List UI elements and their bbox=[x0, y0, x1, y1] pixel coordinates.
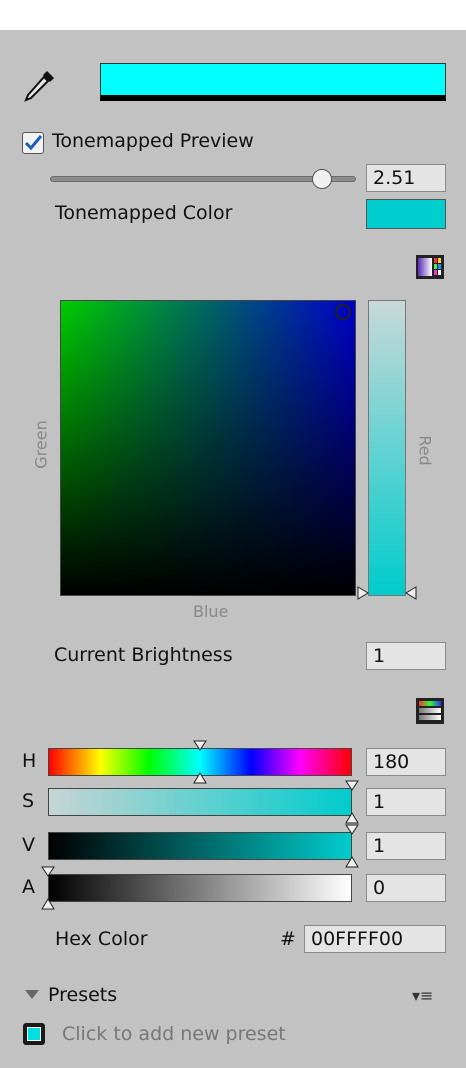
add-preset-text[interactable]: Click to add new preset bbox=[62, 1023, 286, 1045]
color-swatch[interactable] bbox=[100, 63, 446, 101]
slider-s-input[interactable]: 1 bbox=[366, 788, 446, 816]
slider-s-thumb-bottom[interactable] bbox=[345, 812, 359, 824]
slider-s-bar[interactable] bbox=[48, 788, 352, 816]
slider-v-thumb-top[interactable] bbox=[345, 824, 359, 836]
eyedropper-icon[interactable] bbox=[20, 65, 60, 105]
slider-v-label: V bbox=[22, 834, 35, 856]
color-picker-panel: Tonemapped Preview 2.51 Tonemapped Color bbox=[0, 30, 466, 1068]
exposure-slider-thumb[interactable] bbox=[312, 169, 333, 189]
color-area-x-label: Blue bbox=[193, 602, 229, 621]
brightness-label: Current Brightness bbox=[54, 644, 233, 666]
hex-input[interactable]: 00FFFF00 bbox=[304, 925, 446, 953]
check-icon bbox=[24, 135, 43, 151]
tonemapped-preview-checkbox[interactable] bbox=[22, 132, 44, 154]
presets-foldout-arrow-icon[interactable] bbox=[25, 990, 39, 999]
slider-a-label: A bbox=[22, 876, 35, 898]
color-swatch-fill bbox=[101, 64, 445, 95]
slider-h-label: H bbox=[22, 750, 37, 772]
color-area-cursor[interactable] bbox=[335, 304, 351, 320]
brightness-input[interactable]: 1 bbox=[366, 642, 446, 670]
hex-color-label: Hex Color bbox=[55, 928, 148, 950]
tonemapped-preview-label: Tonemapped Preview bbox=[52, 130, 254, 152]
slider-v-bar[interactable] bbox=[48, 832, 352, 860]
slider-h-thumb-bottom[interactable] bbox=[193, 772, 207, 784]
slider-a-bar[interactable] bbox=[48, 874, 352, 902]
slider-mode-icon[interactable] bbox=[416, 698, 444, 724]
color-area[interactable] bbox=[60, 300, 356, 596]
slider-v-input[interactable]: 1 bbox=[366, 832, 446, 860]
slider-a-input[interactable]: 0 bbox=[366, 874, 446, 902]
hex-hash: # bbox=[280, 928, 296, 950]
slider-v-thumb-bottom[interactable] bbox=[345, 856, 359, 868]
slider-h-input[interactable]: 180 bbox=[366, 748, 446, 776]
presets-title[interactable]: Presets bbox=[48, 984, 117, 1006]
red-slider-label: Red bbox=[415, 434, 435, 466]
slider-s-thumb-top[interactable] bbox=[345, 780, 359, 792]
tonemapped-color-label: Tonemapped Color bbox=[55, 202, 233, 224]
color-area-y-label: Green bbox=[31, 419, 51, 469]
exposure-slider-track[interactable] bbox=[50, 176, 356, 182]
add-preset-icon[interactable] bbox=[23, 1023, 45, 1045]
red-slider-marker-right[interactable] bbox=[405, 586, 417, 600]
red-slider-marker-left[interactable] bbox=[357, 586, 369, 600]
slider-h-thumb-top[interactable] bbox=[193, 740, 207, 752]
presets-menu-icon[interactable]: ▾≡ bbox=[412, 986, 433, 1005]
slider-s-label: S bbox=[22, 790, 35, 812]
picker-mode-icon[interactable] bbox=[416, 255, 444, 279]
exposure-input[interactable]: 2.51 bbox=[366, 164, 446, 192]
slider-a-thumb-top[interactable] bbox=[41, 866, 55, 878]
tonemapped-color-swatch bbox=[366, 199, 446, 229]
slider-a-thumb-bottom[interactable] bbox=[41, 898, 55, 910]
